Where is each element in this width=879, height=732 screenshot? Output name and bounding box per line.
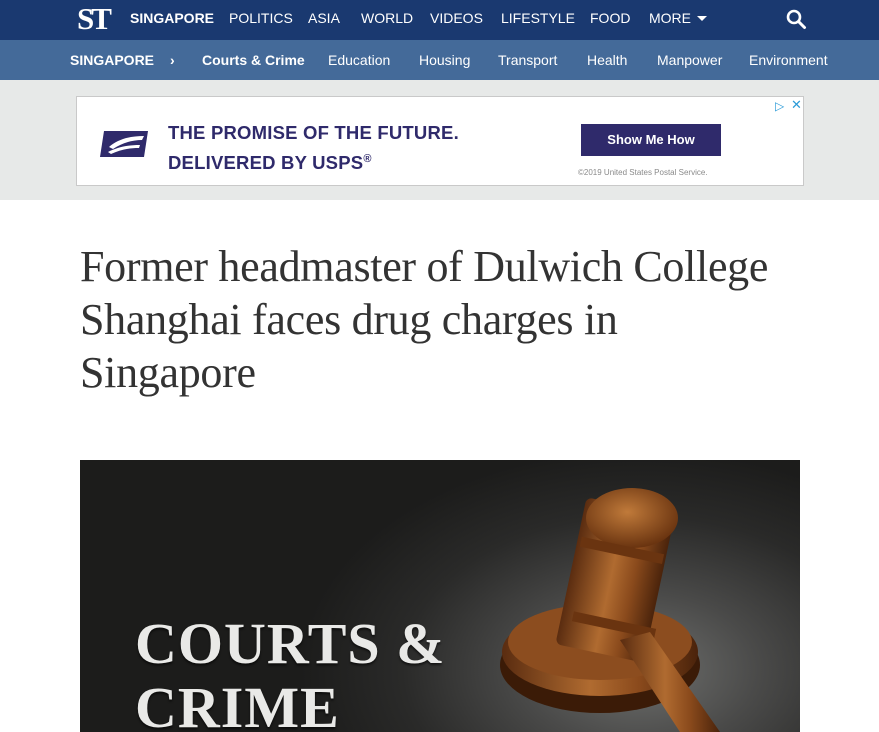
article-headline: Former headmaster of Dulwich College Sha…: [80, 242, 769, 397]
registered-mark: ®: [363, 153, 372, 165]
st-logo[interactable]: ST: [77, 2, 112, 36]
usps-eagle-logo: [100, 131, 148, 157]
section-subnav: SINGAPORE › Courts & Crime Education Hou…: [0, 40, 879, 80]
subnav-section-singapore[interactable]: SINGAPORE: [70, 40, 154, 80]
show-me-how-button[interactable]: Show Me How: [581, 124, 721, 156]
subnav-item-environment[interactable]: Environment: [749, 40, 828, 80]
hero-text-line1: COURTS &: [135, 611, 446, 676]
ad-band: THE PROMISE OF THE FUTURE. DELIVERED BY …: [0, 80, 879, 200]
nav-item-asia[interactable]: ASIA: [308, 0, 340, 40]
chevron-right-icon: ›: [170, 52, 175, 68]
subnav-item-courts-crime[interactable]: Courts & Crime: [202, 40, 305, 80]
nav-item-more-label: MORE: [649, 10, 691, 26]
hero-image: COURTS & CRIME: [80, 460, 800, 732]
adchoices-icon[interactable]: ▷: [775, 99, 784, 113]
top-nav: ST SINGAPORE POLITICS ASIA WORLD VIDEOS …: [0, 0, 879, 40]
subnav-item-health[interactable]: Health: [587, 40, 627, 80]
nav-item-politics[interactable]: POLITICS: [229, 0, 293, 40]
ad-headline: THE PROMISE OF THE FUTURE. DELIVERED BY …: [168, 120, 568, 176]
nav-item-videos[interactable]: VIDEOS: [430, 0, 483, 40]
nav-item-lifestyle[interactable]: LIFESTYLE: [501, 0, 575, 40]
caret-down-icon: [697, 16, 707, 21]
ad-headline-line1: THE PROMISE OF THE FUTURE.: [168, 122, 459, 143]
nav-item-world[interactable]: WORLD: [361, 0, 413, 40]
ad-headline-line2: DELIVERED BY USPS®: [168, 146, 568, 176]
nav-item-singapore[interactable]: SINGAPORE: [130, 0, 214, 40]
subnav-item-housing[interactable]: Housing: [419, 40, 470, 80]
close-ad-icon[interactable]: ✕: [791, 97, 802, 113]
subnav-item-manpower[interactable]: Manpower: [657, 40, 722, 80]
hero-overlay-text: COURTS & CRIME: [135, 612, 446, 732]
nav-item-food[interactable]: FOOD: [590, 0, 630, 40]
subnav-item-education[interactable]: Education: [328, 40, 390, 80]
hero-text-line2: CRIME: [135, 675, 340, 732]
nav-item-more[interactable]: MORE: [649, 0, 707, 40]
search-icon[interactable]: [785, 8, 807, 30]
subnav-item-transport[interactable]: Transport: [498, 40, 557, 80]
ad-headline-line2-text: DELIVERED BY USPS: [168, 152, 364, 174]
usps-banner-ad[interactable]: THE PROMISE OF THE FUTURE. DELIVERED BY …: [76, 96, 804, 186]
ad-legal-text: ©2019 United States Postal Service.: [578, 168, 708, 177]
